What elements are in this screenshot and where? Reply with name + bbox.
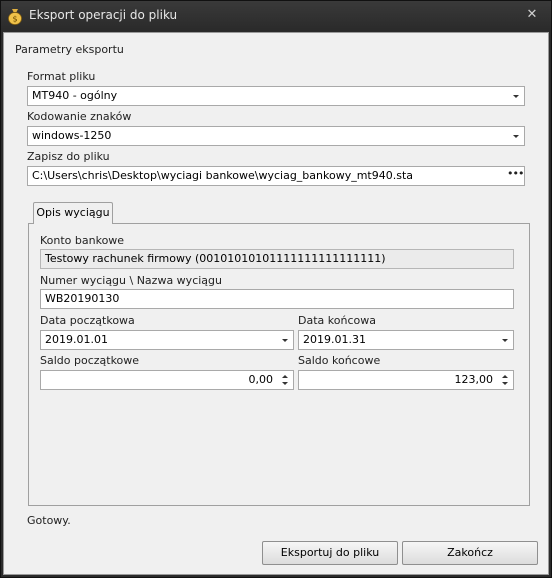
statement-value: WB20190130 xyxy=(45,292,120,305)
dialog-window: $ Eksport operacji do pliku ✕ Parametry … xyxy=(0,0,552,578)
dialog-client-area: Parametry eksportu Format pliku MT940 - … xyxy=(3,32,549,575)
balance-end-label: Saldo końcowe xyxy=(298,354,381,367)
statement-number-input[interactable]: WB20190130 xyxy=(40,289,514,309)
finish-button[interactable]: Zakończ xyxy=(402,541,538,565)
encoding-value: windows-1250 xyxy=(32,129,112,142)
date-end-picker[interactable]: 2019.01.31 xyxy=(298,330,514,350)
close-window-button[interactable]: ✕ xyxy=(524,7,540,23)
chevron-down-icon[interactable] xyxy=(508,127,524,145)
balance-start-value: 0,00 xyxy=(248,373,274,386)
save-path-value: C:\Users\chris\Desktop\wyciagi bankowe\w… xyxy=(32,169,414,182)
status-text: Gotowy. xyxy=(27,514,71,527)
account-value: Testowy rachunek firmowy (00101010101111… xyxy=(45,252,386,265)
date-start-picker[interactable]: 2019.01.01 xyxy=(40,330,294,350)
date-end-value: 2019.01.31 xyxy=(303,333,366,346)
money-bag-icon: $ xyxy=(8,9,22,25)
date-start-label: Data początkowa xyxy=(40,314,135,327)
balance-start-stepper[interactable]: 0,00 xyxy=(40,370,294,390)
format-select[interactable]: MT940 - ogólny xyxy=(27,86,525,106)
save-to-label: Zapisz do pliku xyxy=(27,150,110,163)
format-value: MT940 - ogólny xyxy=(32,89,118,102)
account-field: Testowy rachunek firmowy (00101010101111… xyxy=(40,249,514,269)
window-title: Eksport operacji do pliku xyxy=(29,8,178,22)
balance-end-value: 123,00 xyxy=(454,373,494,386)
chevron-down-icon[interactable] xyxy=(277,331,293,349)
format-label: Format pliku xyxy=(27,70,96,83)
tab-statement-description[interactable]: Opis wyciągu xyxy=(33,202,113,224)
export-button[interactable]: Eksportuj do pliku xyxy=(262,541,398,565)
section-title: Parametry eksportu xyxy=(15,43,124,56)
browse-button[interactable]: ••• xyxy=(507,167,524,185)
spin-buttons-icon[interactable] xyxy=(277,371,293,389)
chevron-down-icon[interactable] xyxy=(508,87,524,105)
date-end-label: Data końcowa xyxy=(298,314,376,327)
balance-start-label: Saldo początkowe xyxy=(40,354,140,367)
balance-end-stepper[interactable]: 123,00 xyxy=(298,370,514,390)
title-bar[interactable]: $ Eksport operacji do pliku ✕ xyxy=(1,1,551,31)
date-start-value: 2019.01.01 xyxy=(45,333,108,346)
save-path-input[interactable]: C:\Users\chris\Desktop\wyciagi bankowe\w… xyxy=(27,166,525,186)
chevron-down-icon[interactable] xyxy=(497,331,513,349)
encoding-label: Kodowanie znaków xyxy=(27,110,132,123)
encoding-select[interactable]: windows-1250 xyxy=(27,126,525,146)
account-label: Konto bankowe xyxy=(40,234,125,247)
svg-text:$: $ xyxy=(12,15,17,24)
spin-buttons-icon[interactable] xyxy=(497,371,513,389)
statement-label: Numer wyciągu \ Nazwa wyciągu xyxy=(40,274,222,287)
